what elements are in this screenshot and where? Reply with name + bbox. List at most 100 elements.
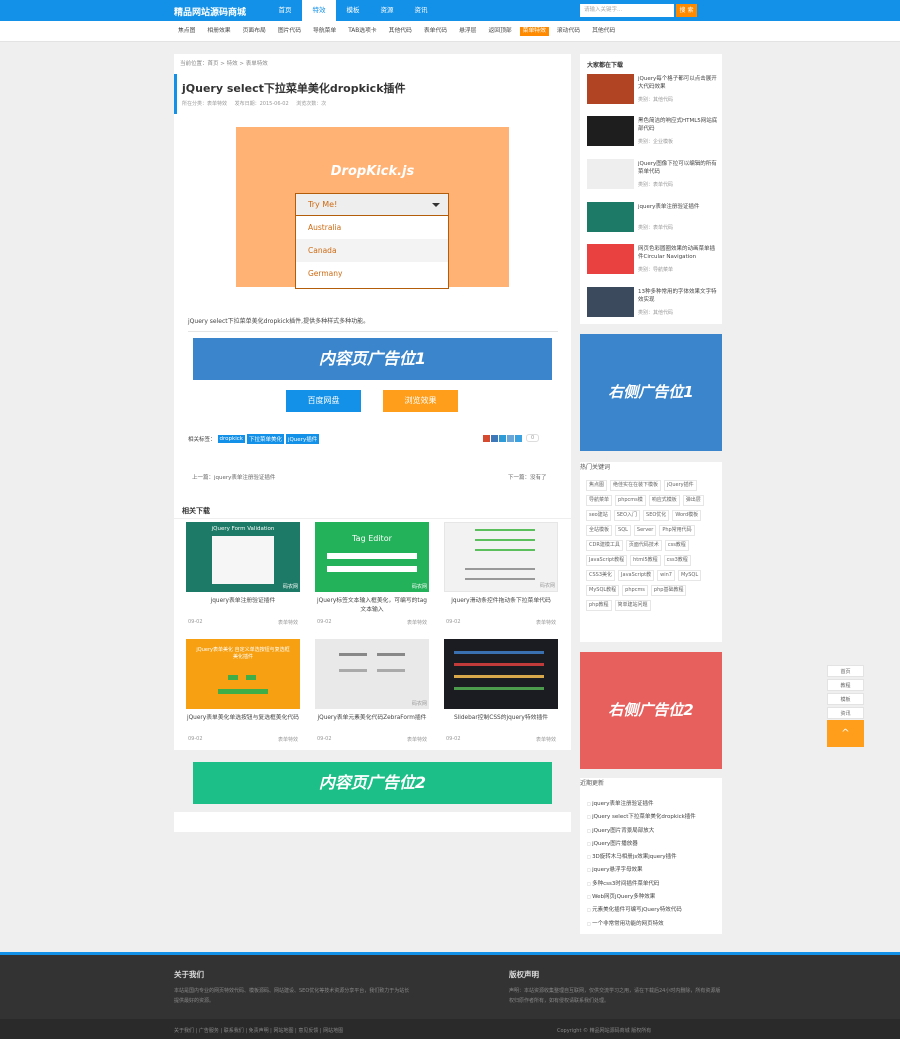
related-cat[interactable]: 表单特效 [407, 736, 427, 743]
hot-keyword[interactable]: css教程 [664, 540, 689, 551]
float-item[interactable]: 资讯 [827, 707, 864, 719]
hot-keyword[interactable]: MySQL教程 [586, 585, 620, 596]
related-card[interactable]: Tag Editor 码农网 jQuery标签文本输入框美化，可编写的tag文本… [315, 522, 429, 634]
subnav-item[interactable]: TAB选项卡 [344, 21, 380, 42]
subnav-item-hot[interactable]: 菜单特效 [519, 27, 549, 36]
hot-keyword[interactable]: CSS3美化 [586, 570, 616, 581]
related-card[interactable]: Slidebar控制CSS的jquery特效插件 09-02 表单特效 [444, 639, 558, 751]
hot-keyword[interactable]: php基础教程 [650, 585, 687, 596]
related-thumb[interactable]: jQuery Form Validation 码农网 [186, 522, 300, 592]
share-more-icon[interactable] [515, 434, 522, 442]
subnav-item[interactable]: 悬浮层 [455, 21, 480, 42]
popular-title[interactable]: 13种多种常用的字体效果文字特效实现 [638, 288, 718, 304]
latest-item[interactable]: jQuery图片背景局部放大 [587, 824, 717, 837]
hot-keyword[interactable]: 绝佳实在在装下模板 [610, 480, 662, 491]
related-cat[interactable]: 表单特效 [278, 619, 298, 626]
hot-keyword[interactable]: SEO入门 [613, 510, 641, 521]
subnav-item[interactable]: 表单代码 [420, 21, 451, 42]
popular-title[interactable]: jquery表单注册验证插件 [638, 203, 718, 211]
hot-keyword[interactable]: Server [633, 525, 657, 536]
hot-keyword[interactable]: Word模板 [672, 510, 702, 521]
share-qzone-icon[interactable] [499, 434, 506, 442]
subnav-item[interactable]: 返回顶部 [484, 21, 515, 42]
float-item[interactable]: 教程 [827, 679, 864, 691]
hot-keyword[interactable]: php教程 [586, 600, 612, 611]
popular-title[interactable]: 黑色简洁的响应式HTML5网站底部代码 [638, 117, 718, 133]
related-cat[interactable]: 表单特效 [278, 736, 298, 743]
hot-keyword[interactable]: 页面代码技术 [625, 540, 662, 551]
hot-keyword[interactable]: phpcms模 [615, 495, 646, 506]
hot-keyword[interactable]: 导航菜单 [586, 495, 613, 506]
related-title[interactable]: jquery滑动条控件拖动条下拉菜单代码 [444, 597, 558, 617]
latest-item[interactable]: 元素美化插件可编写jQuery特效代码 [587, 903, 717, 916]
prev-link[interactable]: 上一篇：jquery表单注册验证插件 [192, 473, 275, 481]
share-renren-icon[interactable] [491, 434, 498, 442]
content-ad-1[interactable]: 内容页广告位1 [193, 338, 552, 380]
back-to-top-button[interactable]: ^ [827, 720, 864, 747]
float-item[interactable]: 模板 [827, 693, 864, 705]
hot-keyword[interactable]: JavaScript教 [618, 570, 655, 581]
related-thumb[interactable] [444, 639, 558, 709]
nav-templates[interactable]: 模板 [336, 0, 370, 21]
side-ad-1[interactable]: 右侧广告位1 [580, 334, 722, 451]
hot-keyword[interactable]: SEO优化 [643, 510, 670, 521]
subnav-item[interactable]: 其他代码 [385, 21, 416, 42]
tag[interactable]: jQuery插件 [285, 434, 320, 444]
next-link[interactable]: 下一篇：没有了 [508, 473, 547, 481]
related-title[interactable]: jQuery标签文本输入框美化，可编写的tag文本输入 [315, 597, 429, 617]
popular-item[interactable]: jquery表单注册验证插件 类别：表单代码 [587, 202, 717, 234]
subnav-item[interactable]: 滚动代码 [553, 21, 584, 42]
related-card[interactable]: jQuery表单美化 自定义单选按钮与复选框美化插件 jQuery表单美化单选按… [186, 639, 300, 751]
hot-keyword[interactable]: html5教程 [630, 555, 661, 566]
latest-item[interactable]: 3D旋转木马相册js效果jquery插件 [587, 850, 717, 863]
share-tqq-icon[interactable] [507, 434, 514, 442]
popular-thumb[interactable] [587, 287, 634, 317]
search-input[interactable]: 请输入关键字... [580, 4, 674, 17]
latest-item[interactable]: jQuery select下拉菜单美化dropkick插件 [587, 810, 717, 823]
latest-item[interactable]: Web网页jQuery多种效果 [587, 890, 717, 903]
related-title[interactable]: jQuery表单美化单选按钮与复选框美化代码 [186, 714, 300, 734]
popular-item[interactable]: jQuery图像下拉可以编辑的所有菜单代码 类别：表单代码 [587, 159, 717, 191]
related-card[interactable]: jQuery Form Validation 码农网 jquery表单注册验证插… [186, 522, 300, 634]
latest-item[interactable]: 多种css3时间插件菜单代码 [587, 877, 717, 890]
popular-title[interactable]: 网页色彩圆圈效果的动画菜单插件Circular Navigation [638, 245, 718, 261]
hot-keyword[interactable]: css3教程 [663, 555, 691, 566]
latest-item[interactable]: jquery表单注册验证插件 [587, 797, 717, 810]
search-button[interactable]: 搜 索 [676, 4, 697, 17]
popular-title[interactable]: jQuery图像下拉可以编辑的所有菜单代码 [638, 160, 718, 176]
latest-item[interactable]: jQuery图片播放器 [587, 837, 717, 850]
related-cat[interactable]: 表单特效 [536, 619, 556, 626]
subnav-item[interactable]: 页面布局 [239, 21, 270, 42]
share-weibo-icon[interactable] [483, 434, 490, 442]
meta-category[interactable]: 所在分类：表单特效 [182, 101, 227, 107]
related-cat[interactable]: 表单特效 [407, 619, 427, 626]
related-thumb[interactable]: jQuery表单美化 自定义单选按钮与复选框美化插件 [186, 639, 300, 709]
popular-thumb[interactable] [587, 244, 634, 274]
hot-keyword[interactable]: MySQL [677, 570, 702, 581]
baidu-pan-button[interactable]: 百度网盘 [286, 390, 361, 412]
hot-keyword[interactable]: 弹出层 [682, 495, 704, 506]
related-card[interactable]: 码农网 jQuery表单元素美化代码ZebraForm插件 09-02 表单特效 [315, 639, 429, 751]
related-title[interactable]: jquery表单注册验证插件 [186, 597, 300, 617]
hot-keyword[interactable]: 响应式模板 [648, 495, 680, 506]
site-logo[interactable]: 精品网站源码商城 [174, 5, 246, 18]
related-title[interactable]: jQuery表单元素美化代码ZebraForm插件 [315, 714, 429, 734]
hot-keyword[interactable]: JavaScript教程 [586, 555, 628, 566]
popular-item[interactable]: 黑色简洁的响应式HTML5网站底部代码 类别：企业模板 [587, 116, 717, 148]
content-ad-2[interactable]: 内容页广告位2 [193, 762, 552, 804]
subnav-item[interactable]: 焦点图 [174, 21, 199, 42]
tag[interactable]: dropkick [217, 435, 245, 443]
hot-keyword[interactable]: jQuery插件 [664, 480, 697, 491]
hot-keyword[interactable]: SQL [615, 525, 631, 536]
latest-item[interactable]: 一个非常常用功能的网页特效 [587, 917, 717, 930]
tag[interactable]: 下拉菜单美化 [246, 434, 284, 444]
hot-keyword[interactable]: 焦点图 [586, 480, 608, 491]
nav-effects[interactable]: 特效 [302, 0, 336, 21]
popular-title[interactable]: jQuery每个格子都可以点击展开大代码效果 [638, 75, 718, 91]
hot-keyword[interactable]: 简单建站问题 [614, 600, 651, 611]
related-thumb[interactable]: Tag Editor 码农网 [315, 522, 429, 592]
related-thumb[interactable]: 码农网 [315, 639, 429, 709]
hot-keyword[interactable]: Php常用代码 [659, 525, 695, 536]
nav-home[interactable]: 首页 [268, 0, 302, 21]
nav-news[interactable]: 资讯 [404, 0, 438, 21]
